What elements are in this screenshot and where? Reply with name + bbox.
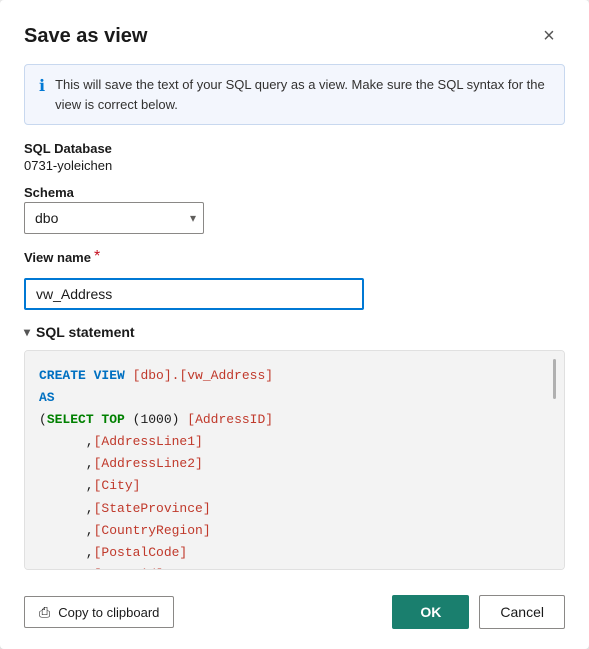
sql-toggle-label: SQL statement	[36, 324, 135, 340]
scrollbar	[553, 359, 556, 399]
sql-line-7: ,[StateProvince]	[39, 498, 550, 520]
viewname-label: View name	[24, 250, 91, 265]
info-banner-text: This will save the text of your SQL quer…	[55, 75, 550, 114]
chevron-down-icon: ▾	[24, 325, 30, 339]
copy-to-clipboard-button[interactable]: ⎙ Copy to clipboard	[24, 596, 174, 628]
schema-select-wrapper: dbo guest sys ▾	[24, 202, 204, 234]
viewname-input[interactable]	[24, 278, 364, 310]
copy-label: Copy to clipboard	[58, 605, 159, 620]
dialog-title: Save as view	[24, 25, 147, 48]
schema-label: Schema	[24, 185, 565, 200]
schema-select[interactable]: dbo guest sys	[24, 202, 204, 234]
viewname-required: *	[94, 248, 100, 266]
footer-actions: OK Cancel	[392, 595, 565, 629]
close-button[interactable]: ×	[533, 20, 565, 52]
sql-line-10: ,[rowguid]	[39, 564, 550, 570]
info-banner: ℹ This will save the text of your SQL qu…	[24, 64, 565, 125]
sql-line-2: AS	[39, 387, 550, 409]
db-value: 0731-yoleichen	[24, 158, 565, 173]
db-label: SQL Database	[24, 141, 565, 156]
sql-line-4: ,[AddressLine1]	[39, 431, 550, 453]
sql-code-container[interactable]: CREATE VIEW [dbo].[vw_Address] AS (SELEC…	[24, 350, 565, 570]
save-as-view-dialog: Save as view × ℹ This will save the text…	[0, 0, 589, 649]
sql-line-1: CREATE VIEW [dbo].[vw_Address]	[39, 365, 550, 387]
copy-icon: ⎙	[39, 604, 50, 621]
dialog-header: Save as view ×	[0, 0, 589, 64]
sql-section: ▾ SQL statement CREATE VIEW [dbo].[vw_Ad…	[0, 324, 589, 570]
form-section: SQL Database 0731-yoleichen Schema dbo g…	[0, 141, 589, 310]
sql-line-3: (SELECT TOP (1000) [AddressID]	[39, 409, 550, 431]
viewname-label-row: View name *	[24, 248, 565, 266]
sql-line-5: ,[AddressLine2]	[39, 453, 550, 475]
dialog-footer: ⎙ Copy to clipboard OK Cancel	[0, 579, 589, 649]
sql-toggle[interactable]: ▾ SQL statement	[24, 324, 565, 340]
sql-line-8: ,[CountryRegion]	[39, 520, 550, 542]
info-icon: ℹ	[39, 76, 45, 96]
sql-line-6: ,[City]	[39, 475, 550, 497]
cancel-button[interactable]: Cancel	[479, 595, 565, 629]
sql-line-9: ,[PostalCode]	[39, 542, 550, 564]
ok-button[interactable]: OK	[392, 595, 469, 629]
